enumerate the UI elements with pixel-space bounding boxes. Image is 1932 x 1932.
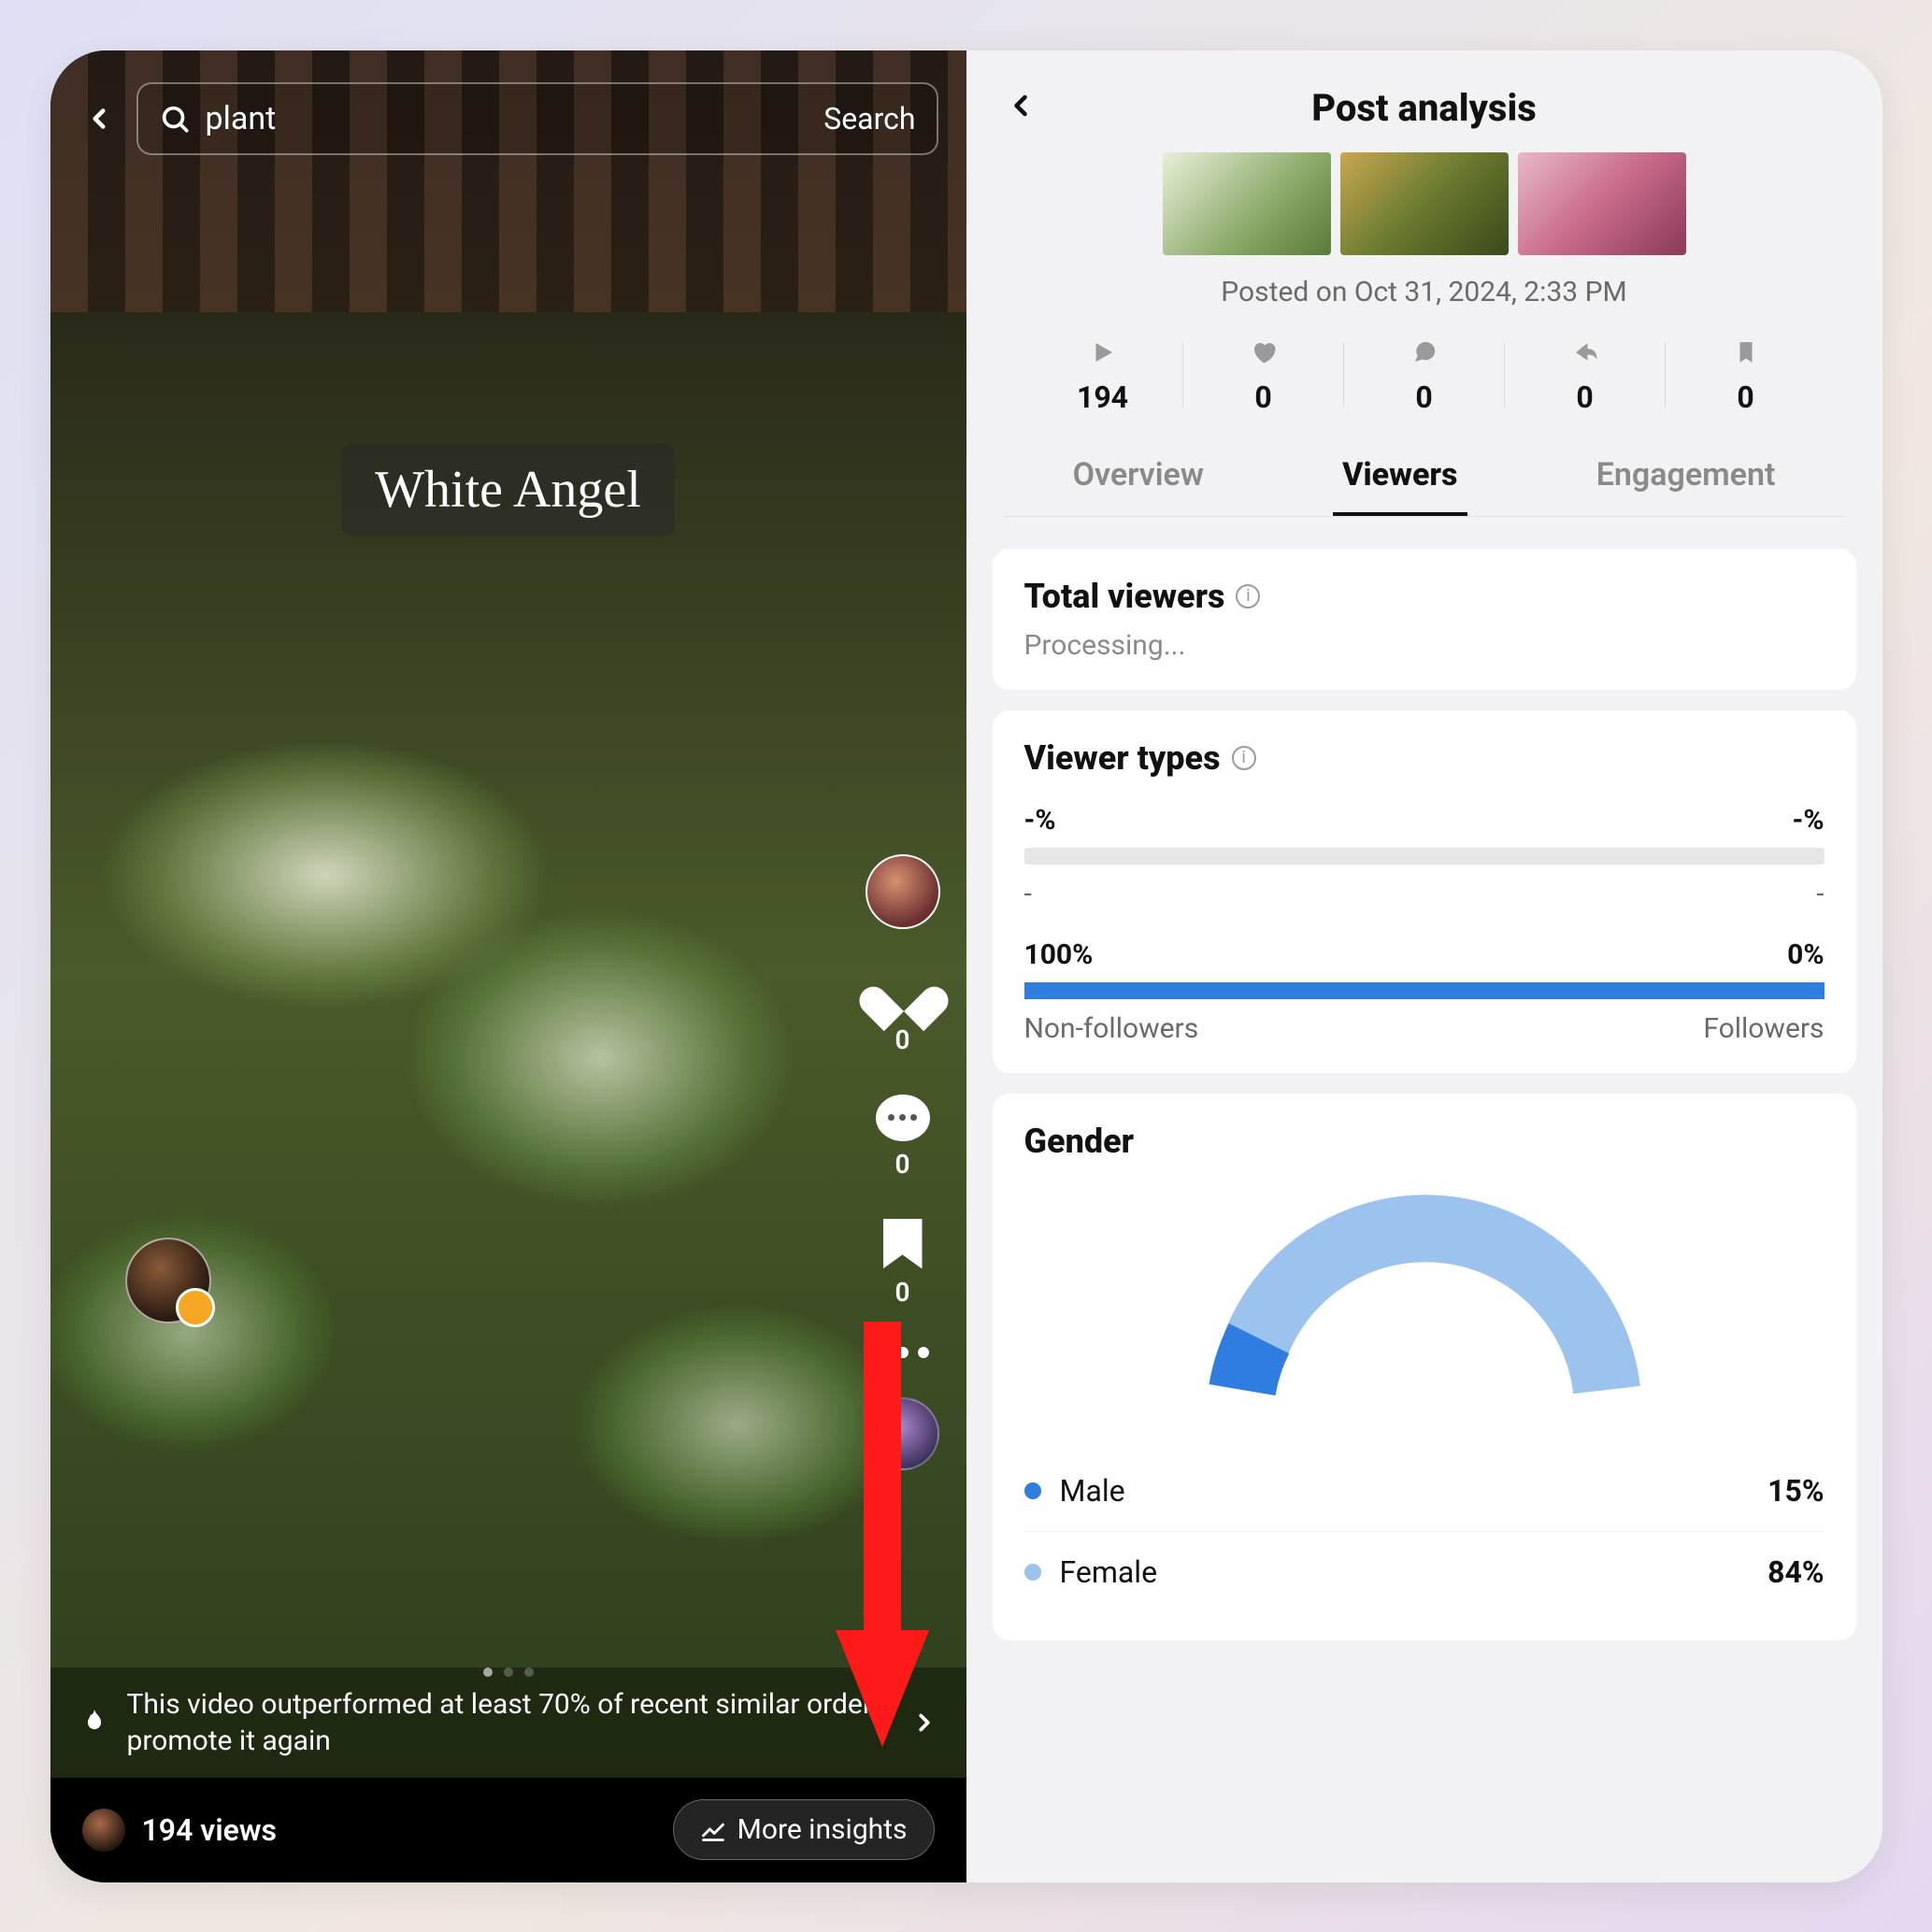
vt1-right-label: - bbox=[1816, 878, 1824, 910]
comment-count: 0 bbox=[895, 1149, 910, 1180]
legend-male-label: Male bbox=[1060, 1473, 1125, 1509]
vt1-left-label: - bbox=[1024, 878, 1032, 910]
stat-plays[interactable]: 194 bbox=[1023, 335, 1183, 415]
stat-bookmarks-value: 0 bbox=[1737, 379, 1753, 415]
like-button[interactable]: 0 bbox=[876, 968, 930, 1055]
comment-icon bbox=[1410, 338, 1438, 366]
gender-legend: Male 15% Female 84% bbox=[1024, 1451, 1825, 1612]
chevron-left-icon bbox=[83, 103, 115, 135]
posted-date: Posted on Oct 31, 2024, 2:33 PM bbox=[1004, 276, 1845, 308]
promo-text: This video outperformed at least 70% of … bbox=[127, 1686, 894, 1759]
chart-icon bbox=[700, 1817, 726, 1843]
total-viewers-heading: Total viewers i bbox=[1024, 577, 1825, 616]
stat-comments[interactable]: 0 bbox=[1344, 335, 1505, 415]
info-icon[interactable]: i bbox=[1232, 746, 1256, 770]
analysis-title: Post analysis bbox=[1038, 86, 1811, 130]
vt2-right-pct: 0% bbox=[1787, 938, 1824, 971]
app-frame: plant Search White Angel 0 0 0 bbox=[50, 50, 1882, 1882]
gender-gauge bbox=[1024, 1189, 1825, 1413]
avatar-icon bbox=[866, 854, 940, 929]
stat-likes-value: 0 bbox=[1254, 379, 1271, 415]
stats-row: 194 0 0 0 0 bbox=[1004, 335, 1845, 415]
tab-viewers[interactable]: Viewers bbox=[1333, 443, 1467, 516]
analysis-header: Post analysis Posted on Oct 31, 2024, 2:… bbox=[966, 50, 1882, 528]
views-row[interactable]: 194 views bbox=[82, 1809, 277, 1852]
half-donut-chart bbox=[1200, 1189, 1649, 1413]
vt1-right-pct: -% bbox=[1793, 804, 1825, 837]
gender-card: Gender Male 15% bbox=[993, 1094, 1856, 1640]
gender-heading: Gender bbox=[1024, 1122, 1825, 1161]
stat-likes[interactable]: 0 bbox=[1183, 335, 1344, 415]
legend-dot-male bbox=[1024, 1482, 1041, 1499]
back-button[interactable] bbox=[79, 98, 120, 139]
comment-icon bbox=[876, 1095, 930, 1141]
flame-icon bbox=[79, 1707, 110, 1739]
annotation-arrow-icon bbox=[826, 1322, 938, 1752]
legend-female: Female 84% bbox=[1024, 1532, 1825, 1612]
stat-shares[interactable]: 0 bbox=[1505, 335, 1666, 415]
search-box[interactable]: plant Search bbox=[136, 82, 938, 155]
legend-female-label: Female bbox=[1060, 1554, 1158, 1590]
bookmark-icon bbox=[883, 1219, 923, 1269]
vt1-bar bbox=[1024, 848, 1825, 865]
vt2-left-pct: 100% bbox=[1024, 938, 1094, 971]
more-insights-label: More insights bbox=[737, 1813, 908, 1846]
heart-icon bbox=[1250, 338, 1278, 366]
left-top-bar: plant Search bbox=[50, 50, 966, 187]
post-thumbnails bbox=[1004, 152, 1845, 255]
comment-button[interactable]: 0 bbox=[876, 1095, 930, 1180]
more-insights-button[interactable]: More insights bbox=[673, 1799, 935, 1860]
stat-shares-value: 0 bbox=[1576, 379, 1593, 415]
bookmark-button[interactable]: 0 bbox=[883, 1219, 923, 1308]
search-button[interactable]: Search bbox=[823, 101, 915, 136]
info-icon[interactable]: i bbox=[1236, 584, 1260, 608]
viewer-types-heading-text: Viewer types bbox=[1024, 738, 1221, 778]
analysis-pane: Post analysis Posted on Oct 31, 2024, 2:… bbox=[966, 50, 1882, 1882]
viewer-types-row-2: 100% 0% Non-followers Followers bbox=[1024, 938, 1825, 1045]
stat-comments-value: 0 bbox=[1415, 379, 1432, 415]
viewer-types-row-1: -% -% - - bbox=[1024, 804, 1825, 910]
views-text: 194 views bbox=[142, 1812, 277, 1848]
total-viewers-card: Total viewers i Processing... bbox=[993, 549, 1856, 690]
legend-male: Male 15% bbox=[1024, 1451, 1825, 1532]
bookmark-icon bbox=[1734, 338, 1758, 366]
search-query: plant bbox=[206, 100, 809, 137]
analysis-tabs: Overview Viewers Engagement bbox=[1004, 443, 1845, 517]
heart-icon bbox=[876, 968, 930, 1017]
thumbnail-2[interactable] bbox=[1340, 152, 1509, 255]
chevron-left-icon bbox=[1004, 89, 1038, 122]
share-icon bbox=[1571, 338, 1599, 366]
play-icon bbox=[1089, 338, 1117, 366]
bottom-bar: 194 views More insights bbox=[50, 1778, 966, 1882]
video-title-badge: White Angel bbox=[341, 443, 675, 537]
viewer-avatar-icon bbox=[82, 1809, 125, 1852]
legend-male-value: 15% bbox=[1767, 1473, 1824, 1509]
creator-avatar[interactable] bbox=[125, 1238, 211, 1324]
viewer-types-heading: Viewer types i bbox=[1024, 738, 1825, 778]
legend-female-value: 84% bbox=[1767, 1554, 1824, 1590]
viewer-types-card: Viewer types i -% -% - - 100% 0% bbox=[993, 710, 1856, 1073]
thumbnail-1[interactable] bbox=[1163, 152, 1331, 255]
legend-dot-female bbox=[1024, 1564, 1041, 1581]
analysis-back-button[interactable] bbox=[1004, 89, 1038, 126]
vt1-left-pct: -% bbox=[1024, 804, 1056, 837]
vt2-left-label: Non-followers bbox=[1024, 1012, 1199, 1045]
video-pane: plant Search White Angel 0 0 0 bbox=[50, 50, 966, 1882]
total-viewers-heading-text: Total viewers bbox=[1024, 577, 1225, 616]
profile-avatar-button[interactable] bbox=[866, 854, 940, 929]
thumbnail-3[interactable] bbox=[1518, 152, 1686, 255]
tab-overview[interactable]: Overview bbox=[1064, 443, 1213, 516]
search-icon bbox=[159, 103, 191, 135]
total-viewers-status: Processing... bbox=[1024, 629, 1825, 662]
stat-plays-value: 194 bbox=[1077, 379, 1128, 415]
like-count: 0 bbox=[895, 1024, 910, 1055]
stat-bookmarks[interactable]: 0 bbox=[1666, 335, 1826, 415]
vt2-bar bbox=[1024, 982, 1825, 999]
tab-engagement[interactable]: Engagement bbox=[1587, 443, 1785, 516]
bookmark-count: 0 bbox=[895, 1277, 910, 1308]
vt2-right-label: Followers bbox=[1703, 1012, 1824, 1045]
